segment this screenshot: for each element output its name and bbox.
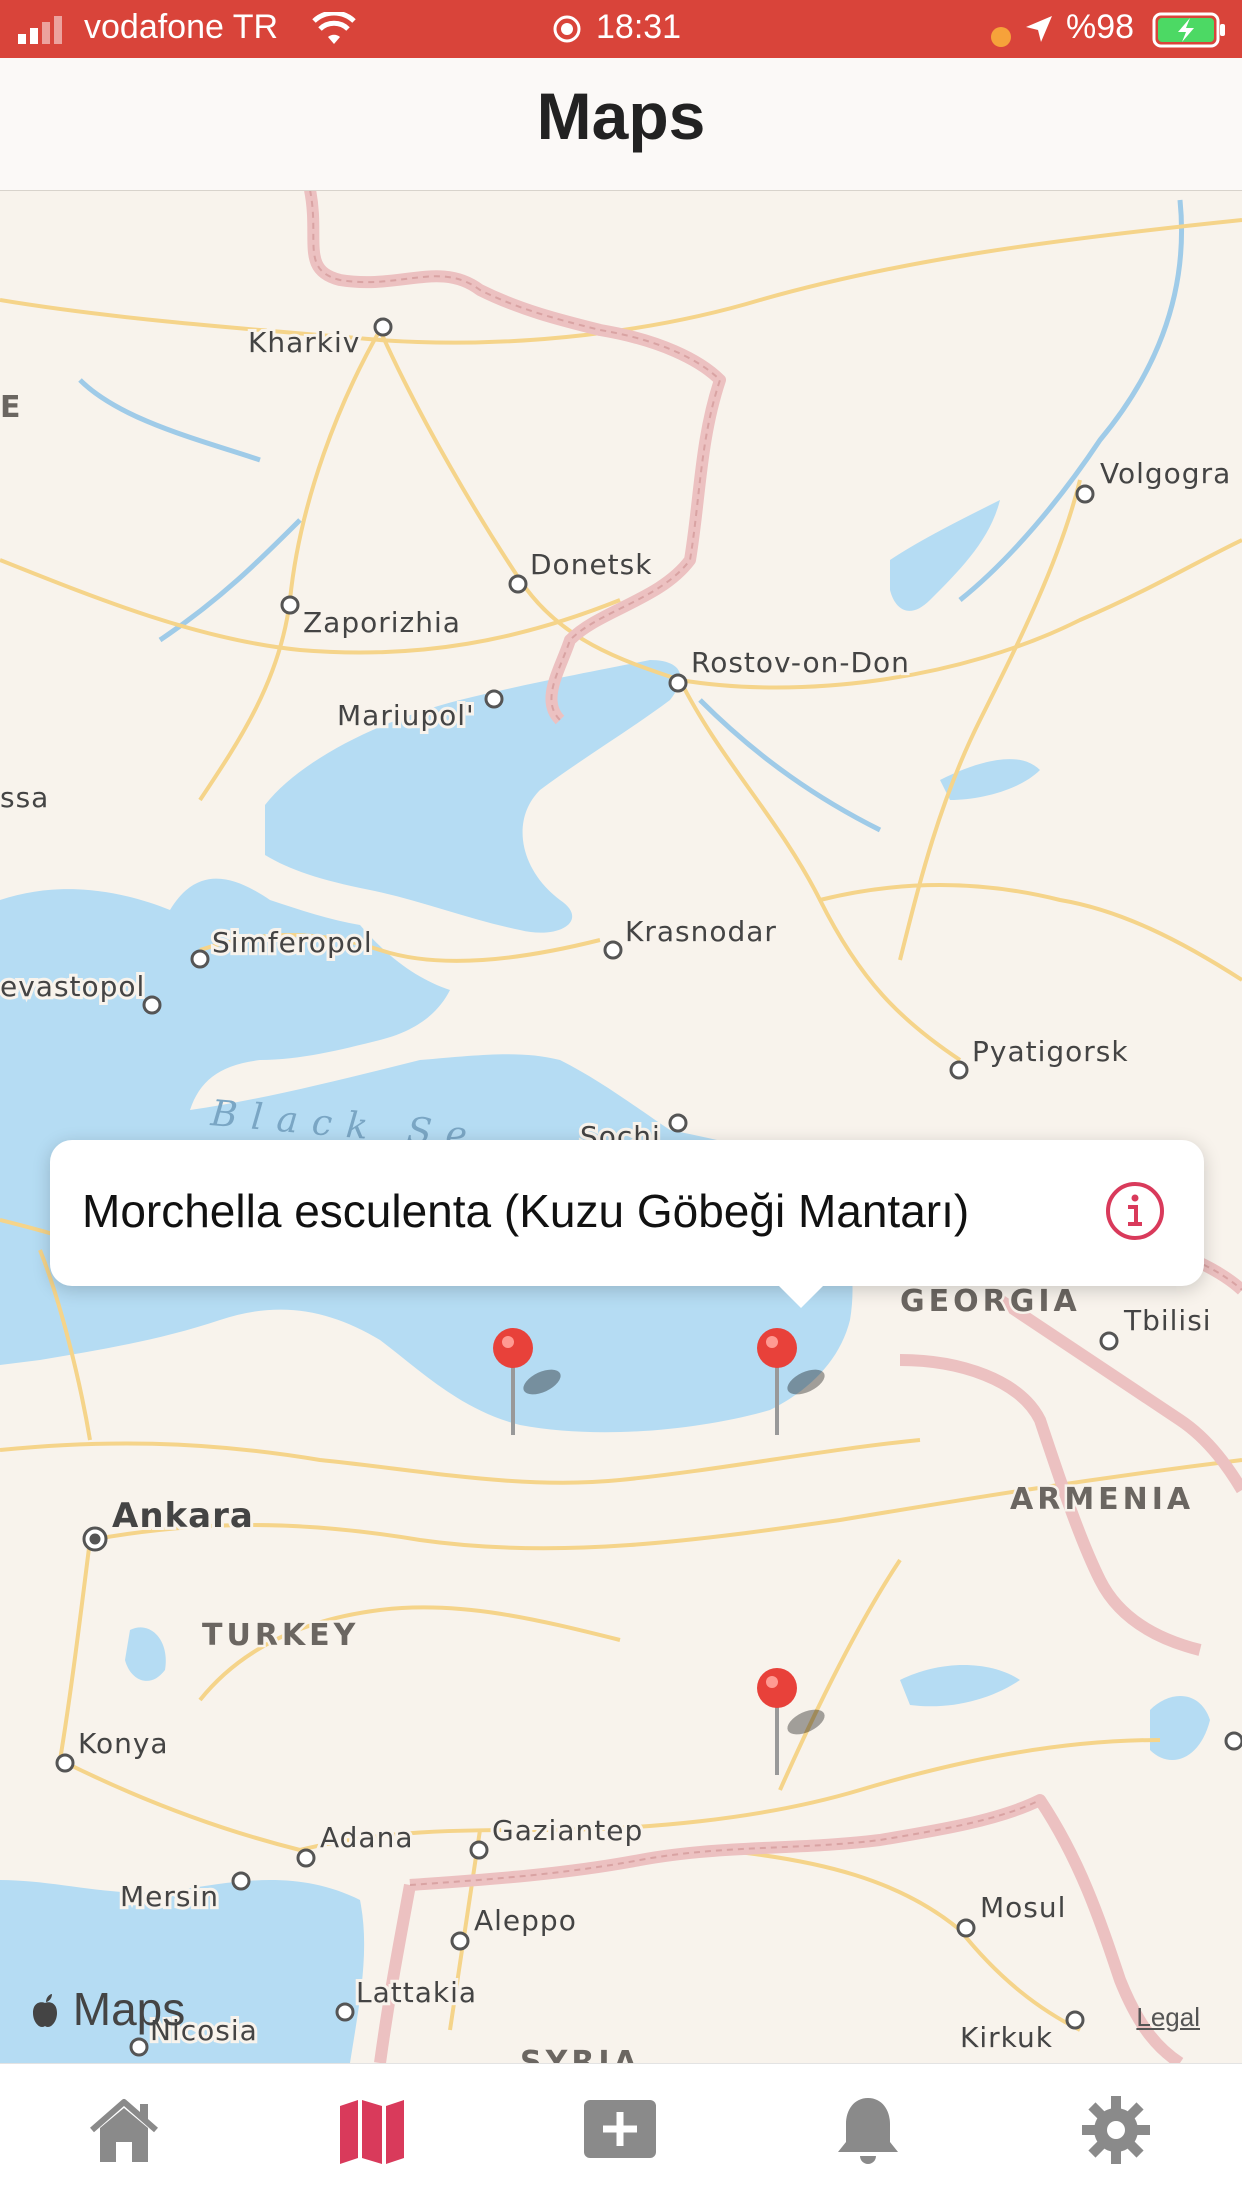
maps-attribution-text: Maps — [72, 1983, 186, 2035]
location-arrow-icon — [1022, 12, 1056, 55]
city-label: evastopol — [0, 970, 145, 1003]
map-icon[interactable] — [332, 2090, 412, 2170]
pin-callout[interactable]: Morchella esculenta (Kuzu Göbeği Mantarı… — [50, 1140, 1204, 1308]
signal-icon — [18, 14, 74, 53]
tab-bar — [0, 2063, 1242, 2209]
maps-attribution: Maps — [30, 1982, 185, 2036]
city-label: Mersin — [120, 1880, 219, 1913]
map-view[interactable]: Black Se E GEORGIA ARMENIA TURKEY SYRIA … — [0, 191, 1242, 2063]
carrier-label: vodafone TR — [84, 8, 279, 46]
city-label: Adana — [320, 1821, 414, 1854]
city-label: Tbilisi — [1123, 1304, 1212, 1337]
page-title: Maps — [536, 79, 706, 153]
home-icon[interactable] — [84, 2090, 164, 2170]
city-label: Gaziantep — [492, 1814, 643, 1847]
country-label: ARMENIA — [1010, 1482, 1194, 1517]
city-label: ssa — [0, 781, 49, 814]
city-label: Simferopol — [212, 926, 373, 959]
city-label: Donetsk — [530, 548, 652, 581]
city-label: Ankara — [112, 1496, 254, 1536]
city-label: Zaporizhia — [303, 606, 461, 639]
screen-record-icon — [552, 14, 582, 53]
add-icon[interactable] — [580, 2090, 660, 2170]
country-label: GEORGIA — [900, 1284, 1081, 1319]
city-label: Kirkuk — [960, 2021, 1053, 2054]
bell-icon[interactable] — [828, 2090, 908, 2170]
mic-indicator-icon — [990, 18, 1012, 57]
city-label: Mosul — [980, 1891, 1066, 1924]
callout-arrow — [777, 1284, 825, 1308]
city-label: Krasnodar — [625, 915, 777, 948]
map-canvas[interactable]: Black Se E GEORGIA ARMENIA TURKEY SYRIA … — [0, 191, 1242, 2063]
wifi-icon — [312, 10, 356, 55]
city-label: Konya — [78, 1727, 169, 1760]
city-label: Mariupol' — [337, 699, 475, 732]
city-label: Kharkiv — [248, 326, 360, 359]
city-label: Volgogra — [1100, 457, 1231, 490]
nav-bar: Maps — [0, 58, 1242, 191]
country-label: SYRIA — [520, 2045, 641, 2063]
callout-title: Morchella esculenta (Kuzu Göbeği Mantarı… — [82, 1185, 970, 1237]
legal-link[interactable]: Legal — [1136, 2002, 1200, 2033]
country-label: TURKEY — [202, 1618, 359, 1653]
battery-icon — [1152, 12, 1228, 57]
city-label: Rostov-on-Don — [691, 646, 910, 679]
battery-label: %98 — [1066, 8, 1135, 46]
city-label: Lattakia — [356, 1976, 477, 2009]
city-label: Aleppo — [474, 1904, 577, 1937]
apple-logo-icon — [30, 1983, 73, 2035]
status-bar: vodafone TR 18:31 %98 — [0, 0, 1242, 58]
city-label: Pyatigorsk — [972, 1035, 1129, 1068]
info-circle-icon[interactable] — [1104, 1180, 1166, 1242]
time-label: 18:31 — [596, 8, 682, 46]
country-label: E — [0, 390, 25, 425]
gear-icon[interactable] — [1076, 2090, 1156, 2170]
